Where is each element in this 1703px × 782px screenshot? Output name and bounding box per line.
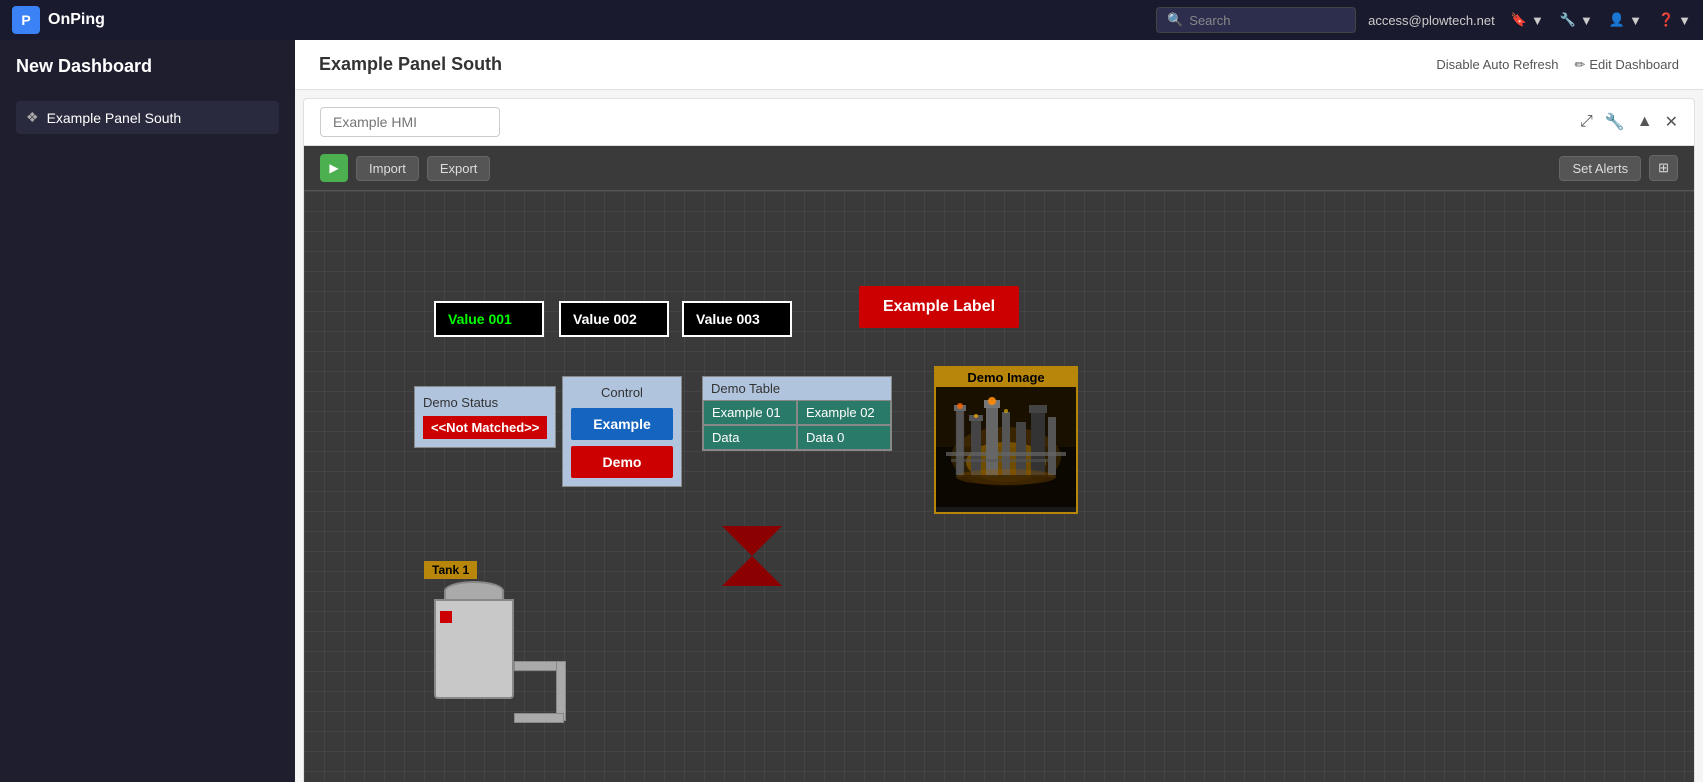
table-data1: Data: [703, 425, 797, 450]
tank-1-element: Tank 1: [424, 561, 524, 701]
dashboard-actions: Disable Auto Refresh ✏ Edit Dashboard: [1436, 57, 1679, 73]
demo-control-button[interactable]: Demo: [571, 446, 673, 478]
export-button[interactable]: Export: [427, 156, 491, 181]
demo-image-title: Demo Image: [936, 368, 1076, 387]
table-col1: Example 01: [703, 400, 797, 425]
example-control-button[interactable]: Example: [571, 408, 673, 440]
sidebar: New Dashboard ❖ Example Panel South: [0, 40, 295, 782]
panel-icon: ❖: [26, 109, 39, 126]
play-icon: ▶: [329, 161, 338, 175]
sidebar-item-label: Example Panel South: [47, 110, 182, 126]
set-alerts-button[interactable]: Set Alerts: [1559, 156, 1641, 181]
example-label[interactable]: Example Label: [859, 286, 1019, 328]
demo-table-header-row: Example 01 Example 02: [703, 400, 891, 425]
panel-title-input[interactable]: [320, 107, 500, 137]
panel-controls: ⤢ 🔧 ▲ ✕: [1580, 112, 1678, 132]
user-icon[interactable]: 👤 ▼: [1609, 12, 1642, 28]
brand[interactable]: P OnPing: [12, 6, 105, 34]
navbar: P OnPing 🔍 access@plowtech.net 🔖 ▼ 🔧 ▼ 👤…: [0, 0, 1703, 40]
value-003-box[interactable]: Value 003: [682, 301, 792, 337]
not-matched-value: <<Not Matched>>: [423, 416, 547, 439]
demo-status-title: Demo Status: [423, 395, 547, 410]
table-col2: Example 02: [797, 400, 891, 425]
brand-icon: P: [12, 6, 40, 34]
table-data2: Data 0: [797, 425, 891, 450]
expand-button[interactable]: ⤢: [1580, 113, 1593, 131]
collapse-button[interactable]: ▲: [1637, 113, 1653, 131]
hmi-toolbar-left: ▶ Import Export: [320, 154, 490, 182]
play-button[interactable]: ▶: [320, 154, 348, 182]
panel-header: ⤢ 🔧 ▲ ✕: [304, 99, 1694, 146]
main-content: Example Panel South Disable Auto Refresh…: [295, 40, 1703, 782]
close-button[interactable]: ✕: [1665, 112, 1678, 132]
search-input[interactable]: [1189, 13, 1345, 28]
brand-name: OnPing: [48, 11, 105, 29]
help-icon[interactable]: ❓ ▼: [1658, 12, 1691, 28]
hmi-toolbar-right: Set Alerts ⊞: [1559, 155, 1678, 181]
dashboard-title: Example Panel South: [319, 54, 502, 75]
import-button[interactable]: Import: [356, 156, 419, 181]
sidebar-title: New Dashboard: [16, 56, 279, 85]
settings-button[interactable]: 🔧: [1605, 112, 1625, 132]
control-box: Control Example Demo: [562, 376, 682, 487]
user-email[interactable]: access@plowtech.net: [1368, 13, 1495, 28]
search-box[interactable]: 🔍: [1156, 7, 1356, 33]
dashboard-header: Example Panel South Disable Auto Refresh…: [295, 40, 1703, 90]
demo-table: Demo Table Example 01 Example 02 Data Da…: [702, 376, 892, 451]
disable-auto-refresh-button[interactable]: Disable Auto Refresh: [1436, 57, 1558, 72]
grid-button[interactable]: ⊞: [1649, 155, 1678, 181]
edit-dashboard-button[interactable]: ✏ Edit Dashboard: [1574, 57, 1679, 73]
demo-status-box: Demo Status <<Not Matched>>: [414, 386, 556, 448]
demo-table-title: Demo Table: [703, 377, 891, 400]
demo-image-box: Demo Image: [934, 366, 1078, 514]
edit-icon: ✏: [1574, 57, 1585, 73]
tank-label: Tank 1: [424, 561, 477, 579]
value-001-label: Value 001: [448, 311, 512, 327]
panel-container: ⤢ 🔧 ▲ ✕ ▶ Import Export Set Alerts ⊞: [303, 98, 1695, 782]
wrench-icon[interactable]: 🔧 ▼: [1560, 12, 1593, 28]
value-003-label: Value 003: [696, 311, 760, 327]
bookmark-icon[interactable]: 🔖 ▼: [1511, 12, 1544, 28]
navbar-right: access@plowtech.net 🔖 ▼ 🔧 ▼ 👤 ▼ ❓ ▼: [1368, 12, 1691, 28]
demo-image-svg: [936, 387, 1076, 507]
search-icon: 🔍: [1167, 12, 1183, 28]
demo-table-data-row: Data Data 0: [703, 425, 891, 450]
value-001-box[interactable]: Value 001: [434, 301, 544, 337]
grid-icon: ⊞: [1658, 160, 1669, 175]
value-002-box[interactable]: Value 002: [559, 301, 669, 337]
hourglass-shape: [722, 526, 782, 591]
hmi-canvas: Value 001 Value 002 Value 003 Example La…: [304, 191, 1694, 782]
control-title: Control: [571, 385, 673, 400]
hmi-toolbar: ▶ Import Export Set Alerts ⊞: [304, 146, 1694, 191]
value-002-label: Value 002: [573, 311, 637, 327]
sidebar-item-example-panel-south[interactable]: ❖ Example Panel South: [16, 101, 279, 134]
